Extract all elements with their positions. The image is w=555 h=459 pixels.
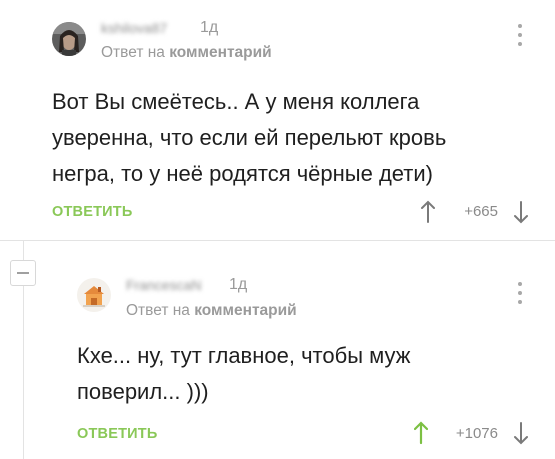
reply-to-line: Ответ на комментарий <box>101 44 272 62</box>
arrow-down-icon[interactable] <box>514 200 528 224</box>
reply-to-line: Ответ на комментарий <box>126 302 297 320</box>
reply-to-link[interactable]: комментарий <box>194 302 296 319</box>
reply-to-prefix: Ответ на <box>101 44 165 61</box>
username[interactable]: FrancescaN <box>126 276 201 294</box>
reply-button[interactable]: ОТВЕТИТЬ <box>52 204 132 220</box>
arrow-up-icon[interactable] <box>414 421 428 445</box>
house-avatar-icon <box>77 278 111 312</box>
comment-2: FrancescaN 1д Ответ на комментарий Кхе..… <box>0 240 555 459</box>
kebab-menu-icon[interactable] <box>517 24 523 46</box>
comment-1: kshilova87 1д Ответ на комментарий Вот В… <box>0 0 555 240</box>
comment-time: 1д <box>229 276 248 293</box>
avatar[interactable] <box>52 22 86 56</box>
kebab-menu-icon[interactable] <box>517 282 523 304</box>
comment-text: Вот Вы смеётесь.. А у меня коллега увере… <box>52 89 447 186</box>
username[interactable]: kshilova87 <box>101 19 167 37</box>
comment-text: Кхе... ну, тут главное, чтобы муж повери… <box>77 343 411 404</box>
arrow-up-icon[interactable] <box>421 200 435 224</box>
avatar[interactable] <box>77 278 111 312</box>
reply-to-prefix: Ответ на <box>126 302 190 319</box>
rating-count: +665 <box>464 203 498 220</box>
reply-button[interactable]: ОТВЕТИТЬ <box>77 426 157 442</box>
comment-time: 1д <box>200 19 219 36</box>
user-photo-icon <box>52 22 86 56</box>
arrow-down-icon[interactable] <box>514 421 528 445</box>
reply-to-link[interactable]: комментарий <box>169 44 271 61</box>
rating-count: +1076 <box>455 425 498 442</box>
